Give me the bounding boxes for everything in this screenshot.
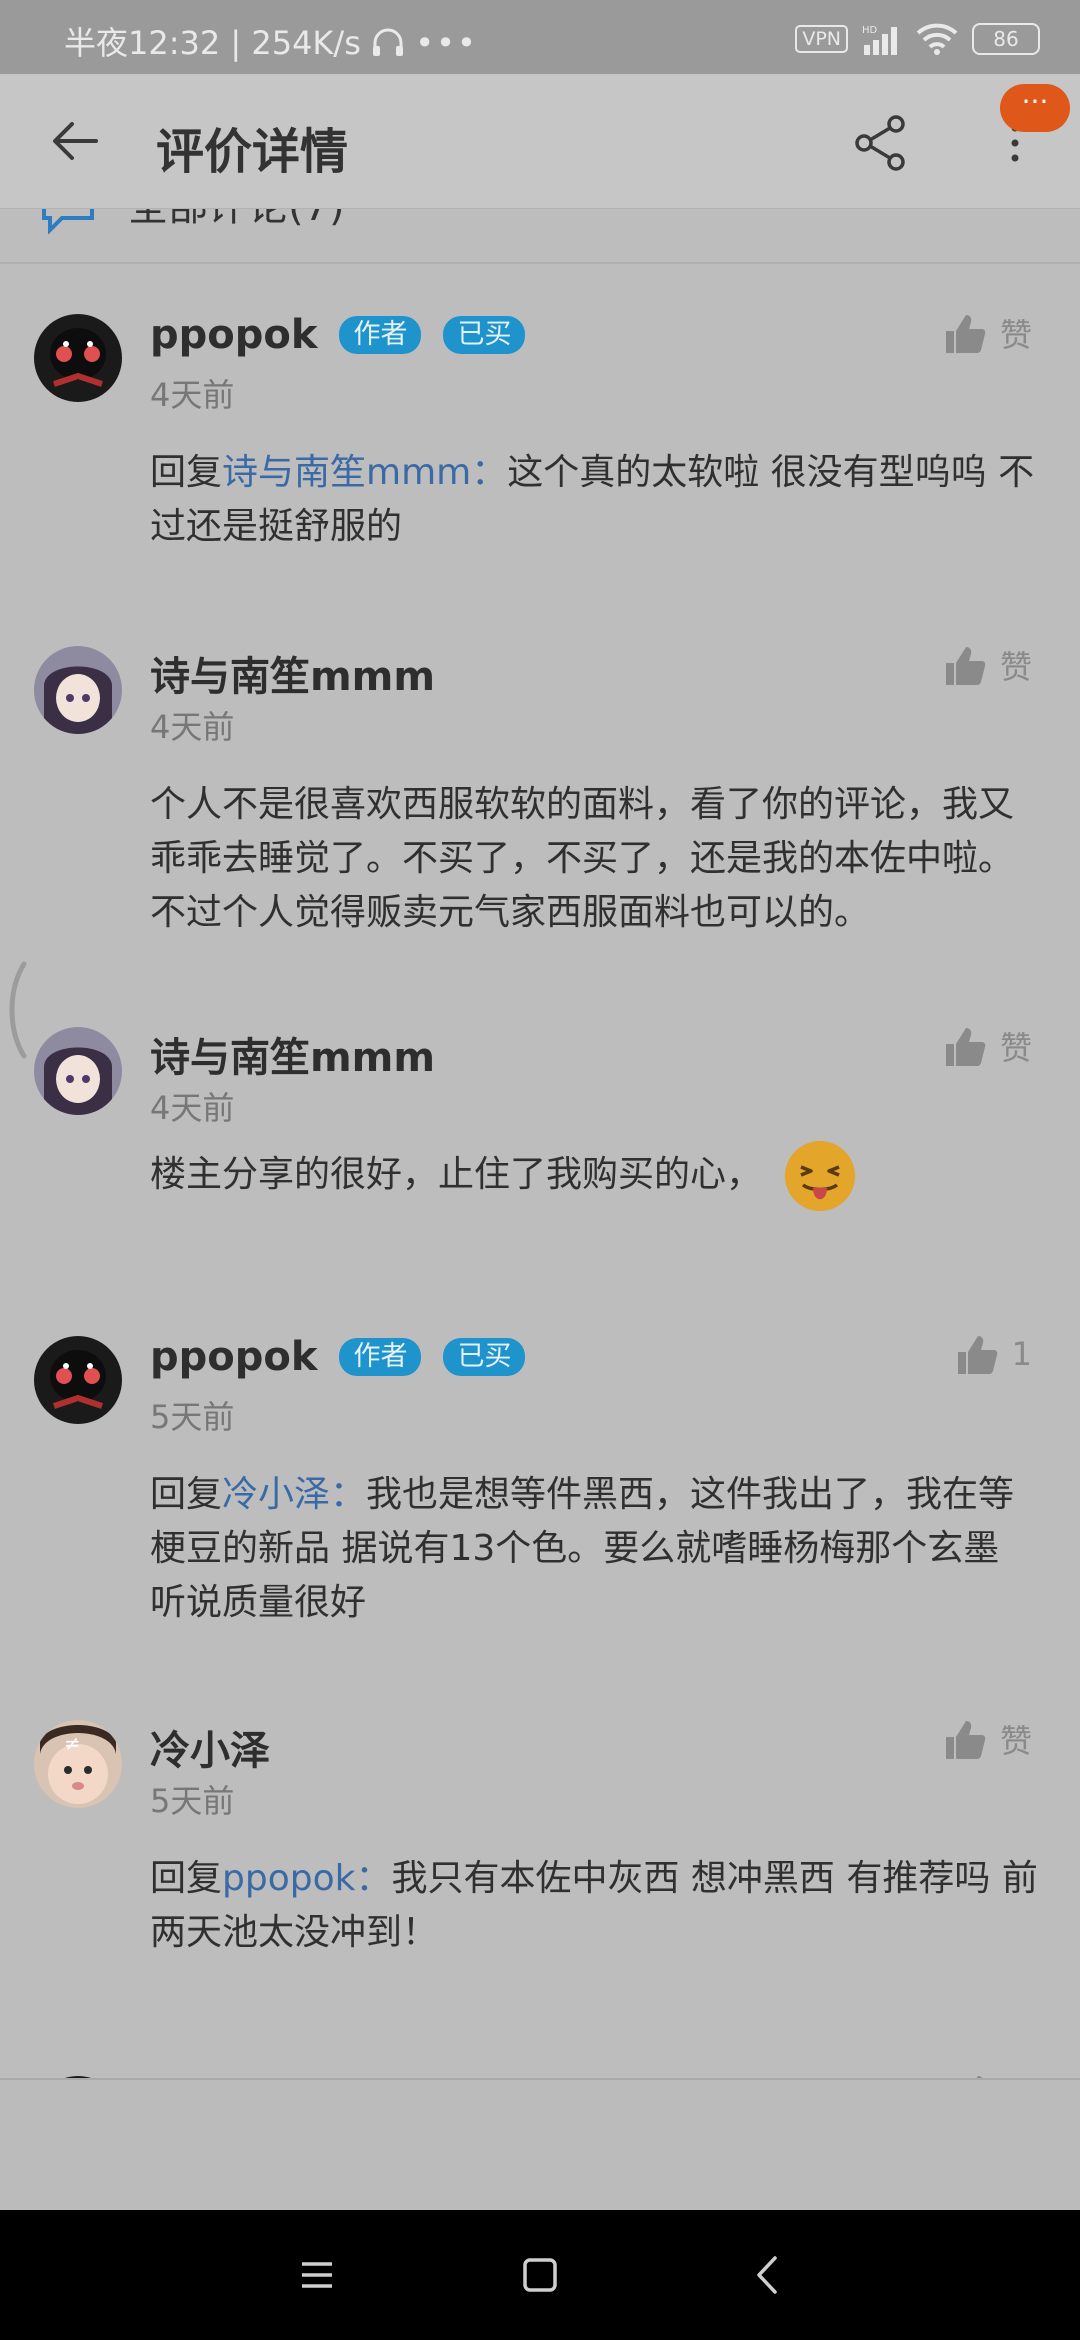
username[interactable]: 诗与南笙mmm [150,1025,435,1083]
like-button[interactable]: 赞 [942,1716,1032,1762]
like-label: 赞 [999,316,1032,354]
more-status-icon: ••• [415,24,478,62]
comment-icon [42,208,94,234]
like-label: 赞 [999,1722,1032,1760]
comment-body: 楼主分享的很好，止住了我购买的心， [150,1154,763,1195]
status-time-speed: 半夜12:32 | 254K/s ••• [64,18,478,64]
comment-text: 个人不是很喜欢西服软软的面料，看了你的评论，我又乖乖去睡觉了。不买了，不买了，还… [150,784,1015,933]
headphone-icon [373,28,404,56]
like-button[interactable]: 赞 [942,1023,1032,1069]
comment-text: 回复冷小泽：我也是想等件黑西，这件我出了，我在等梗豆的新品 据说有13个色。要么… [150,1468,1040,1630]
reply-prefix: 回复 [150,1858,223,1899]
like-label: 赞 [999,1029,1032,1067]
notification-badge[interactable]: ··· [1000,84,1070,132]
name-row: 冷小泽 [150,1718,270,1776]
system-nav-bar [0,2210,1080,2340]
wifi-icon [916,23,958,55]
edge-gesture-handle[interactable] [4,960,28,1060]
avatar[interactable] [34,1027,122,1115]
signal-icon: HD [862,25,897,55]
app-bar: 评价详情 [0,74,1080,208]
like-button[interactable]: 赞 [942,310,1032,356]
vpn-icon: VPN [795,25,848,53]
like-button[interactable]: 1 [954,1332,1032,1376]
bottom-panel [0,2078,1080,2212]
back-icon[interactable] [743,2250,793,2300]
avatar[interactable] [34,1336,122,1424]
like-label: 赞 [999,648,1032,686]
thumbs-up-icon [957,1336,997,1374]
menu-icon[interactable] [292,2250,342,2300]
like-button[interactable]: 赞 [942,642,1032,688]
reply-prefix: 回复 [150,1474,223,1515]
name-row: 诗与南笙mmm [150,1025,435,1083]
name-row: 诗与南笙mmm [150,644,435,702]
like-count: 1 [1011,1335,1032,1373]
status-left-text: 半夜12:32 | 254K/s [64,24,361,62]
reply-prefix: 回复 [150,452,223,493]
comment-text: 回复诗与南笙mmm：这个真的太软啦 很没有型呜呜 不过还是挺舒服的 [150,446,1040,554]
thumbs-up-icon [945,315,986,353]
comment-time: 4天前 [150,1089,235,1127]
comment-text: 回复ppopok：我只有本佐中灰西 想冲黑西 有推荐吗 前两天池太没冲到！ [150,1852,1040,1960]
comment-time: 5天前 [150,1398,235,1436]
bought-tag: 已买 [443,316,526,354]
svg-text:HD: HD [862,25,878,36]
all-comments-header: 全部评论(7) [0,208,1080,264]
name-row: ppopok 作者 已买 [150,1334,526,1380]
author-tag: 作者 [339,316,422,354]
all-comments-label: 全部评论(7) [128,208,345,232]
avatar[interactable] [34,646,122,734]
mention-link[interactable]: 冷小泽： [222,1474,366,1515]
battery-icon: 86 [972,23,1040,55]
thumbs-up-icon [945,1028,986,1066]
status-icons: VPN HD 86 [795,22,1040,56]
username[interactable]: 诗与南笙mmm [150,644,435,702]
avatar[interactable]: ≠ [34,1720,122,1808]
page-title: 评价详情 [156,124,349,180]
thumbs-up-icon [945,647,986,685]
comment-list: ppopok 作者 已买 4天前 赞 回复诗与南笙mmm：这个真的太软啦 很没有… [0,262,1080,2078]
tongue-out-emoji-icon [785,1141,856,1211]
comment-text: 楼主分享的很好，止住了我购买的心， [150,1139,1040,1213]
mention-link[interactable]: ppopok： [222,1858,391,1899]
username[interactable]: ppopok [150,312,317,358]
username[interactable]: 冷小泽 [150,1718,270,1776]
mention-link[interactable]: 诗与南笙mmm： [222,452,507,493]
home-icon[interactable] [515,2250,565,2300]
bought-tag: 已买 [443,1338,526,1376]
share-icon[interactable] [852,114,910,172]
comment-time: 4天前 [150,376,235,414]
back-arrow-icon[interactable] [48,114,102,168]
avatar[interactable] [34,314,122,402]
username[interactable]: ppopok [150,1334,317,1380]
author-tag: 作者 [339,1338,422,1376]
comment-time: 4天前 [150,708,235,746]
svg-text:≠: ≠ [64,1731,81,1755]
name-row: ppopok 作者 已买 [150,312,526,358]
status-bar: 半夜12:32 | 254K/s ••• VPN HD 86 [0,0,1080,74]
thumbs-up-icon [945,1721,986,1759]
comment-time: 5天前 [150,1782,235,1820]
